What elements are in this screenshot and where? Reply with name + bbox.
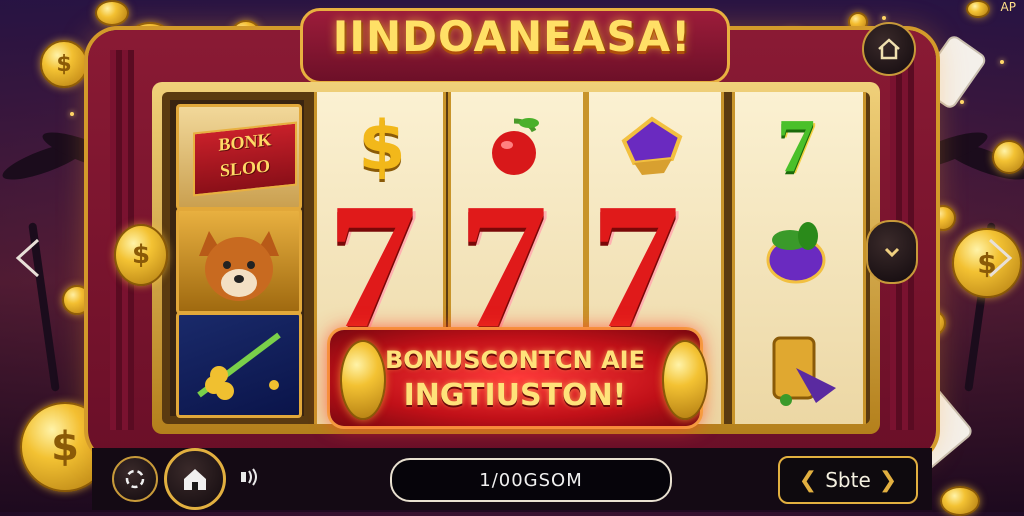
bet-action-button[interactable]: ❮ Sbte ❯ <box>778 456 918 504</box>
red-seven-symbol: 7 <box>590 166 680 365</box>
feature-reel: BONK SLOO <box>170 100 304 418</box>
bet-action-label: Sbte <box>825 468 871 492</box>
bonus-banner-line1: BONUSCONTCN AIE <box>385 346 645 374</box>
home-outline-button[interactable] <box>862 22 916 76</box>
plum-leaf-symbol-icon <box>756 212 836 292</box>
left-coin-button[interactable]: $ <box>114 224 168 286</box>
next-reel-button[interactable] <box>866 220 918 284</box>
red-seven-symbol: 7 <box>458 166 548 365</box>
bonk-slot-label: BONK SLOO <box>193 121 297 197</box>
corner-label: AP <box>1000 0 1016 14</box>
chevron-down-icon <box>884 247 900 258</box>
clover-wand-icon <box>197 332 281 400</box>
banner-coin-right-icon <box>662 340 708 420</box>
chevron-right-icon <box>988 238 1013 278</box>
gold-coin-icon <box>95 0 129 26</box>
fox-icon <box>199 231 279 301</box>
red-seven-symbol: 7 <box>327 166 417 365</box>
sparkle-settings-icon <box>125 469 145 489</box>
home-icon <box>184 469 206 490</box>
home-button[interactable] <box>164 448 226 510</box>
sparkle <box>1000 60 1004 64</box>
treasure-symbol-icon <box>756 328 846 408</box>
balance-display: 1/00GSOM <box>390 458 672 502</box>
next-arrow-button[interactable] <box>980 236 1020 280</box>
green-seven-symbol-icon: 7 <box>777 103 815 188</box>
prev-arrow-button[interactable] <box>8 236 48 280</box>
gold-coin-icon <box>848 12 868 32</box>
banner-coin-left-icon <box>340 340 386 420</box>
back-arrow-icon: ❮ <box>798 467 818 493</box>
gold-coin-icon <box>966 0 990 18</box>
gold-coin-icon: $ <box>40 40 88 88</box>
feature-cell-clover <box>176 312 302 418</box>
gold-coin-icon <box>992 140 1024 174</box>
sound-icon <box>241 468 257 486</box>
chevron-left-icon <box>15 238 40 278</box>
game-title: IINDOANEASA! <box>332 12 692 61</box>
feature-cell-fox <box>176 208 302 314</box>
home-outline-icon <box>878 38 900 60</box>
sparkle <box>882 16 886 20</box>
feature-cell-label: BONK SLOO <box>176 104 302 210</box>
sparkle <box>960 100 964 104</box>
sparkle <box>70 112 74 116</box>
forward-arrow-icon: ❯ <box>878 467 898 493</box>
settings-button[interactable] <box>112 456 158 502</box>
sound-button[interactable] <box>230 458 268 496</box>
